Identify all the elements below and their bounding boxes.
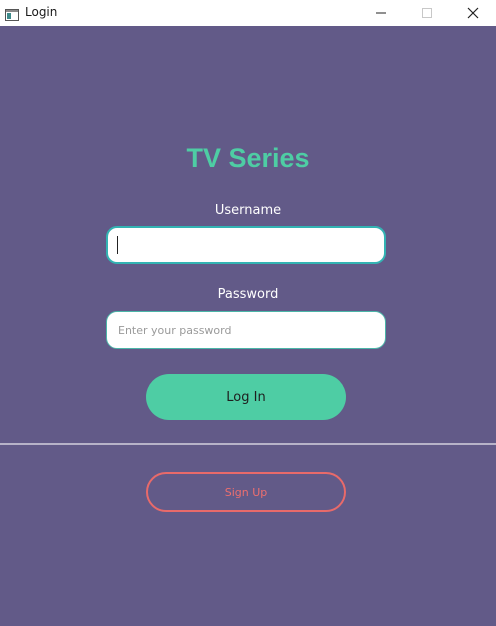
app-title: TV Series bbox=[186, 143, 310, 173]
maximize-icon bbox=[421, 4, 433, 23]
password-label: Password bbox=[217, 287, 279, 302]
window-title: Login bbox=[25, 5, 58, 19]
minimize-button[interactable] bbox=[358, 0, 404, 26]
login-button[interactable]: Log In bbox=[146, 374, 346, 420]
text-cursor bbox=[117, 236, 118, 254]
close-icon bbox=[467, 4, 479, 23]
app-window-icon bbox=[5, 6, 19, 21]
login-window: Login TV Series Username Password Log In… bbox=[0, 0, 496, 626]
minimize-icon bbox=[375, 4, 387, 23]
title-bar: Login bbox=[0, 0, 496, 26]
password-input[interactable] bbox=[106, 311, 386, 349]
signup-button[interactable]: Sign Up bbox=[146, 472, 346, 512]
close-button[interactable] bbox=[450, 0, 496, 26]
username-label: Username bbox=[214, 203, 282, 218]
maximize-button[interactable] bbox=[404, 0, 450, 26]
username-input[interactable] bbox=[106, 226, 386, 264]
divider bbox=[0, 443, 496, 445]
